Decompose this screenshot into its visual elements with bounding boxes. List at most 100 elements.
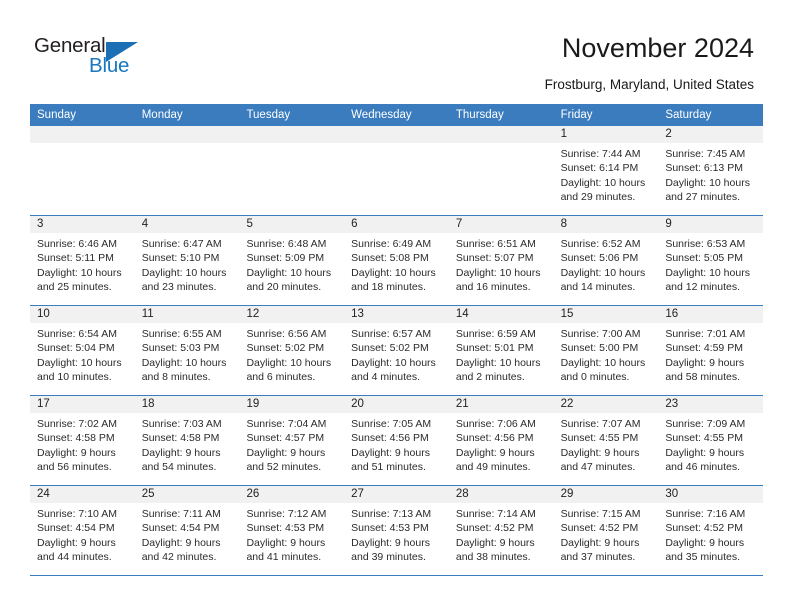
calendar-day-cell[interactable]: 24 Sunrise: 7:10 AM Sunset: 4:54 PM Dayligh…	[30, 486, 135, 575]
calendar-day-cell[interactable]: 17 Sunrise: 7:02 AM Sunset: 4:58 PM Dayligh…	[30, 396, 135, 485]
calendar-day-cell[interactable]: 26 Sunrise: 7:12 AM Sunset: 4:53 PM Dayligh…	[239, 486, 345, 575]
sunrise-text: Sunrise: 6:57 AM	[351, 328, 432, 340]
sunrise-text: Sunrise: 7:01 AM	[665, 328, 746, 340]
day-sun-info: Sunrise: 7:44 AM Sunset: 6:14 PM Daylight:…	[554, 143, 659, 204]
calendar-day-cell[interactable]: 1 Sunrise: 7:44 AM Sunset: 6:14 PM Daylight…	[553, 126, 659, 215]
calendar-day-cell[interactable]: 12 Sunrise: 6:56 AM Sunset: 5:02 PM Dayligh…	[239, 306, 345, 395]
sunrise-text: Sunrise: 6:53 AM	[665, 238, 746, 250]
day-sun-info: Sunrise: 7:10 AM Sunset: 4:54 PM Daylight:…	[30, 503, 135, 564]
daylight-text: Daylight: 9 hours and 41 minutes.	[246, 536, 326, 563]
weekday-header-row: Sunday Monday Tuesday Wednesday Thursday…	[30, 104, 763, 126]
day-sun-info: Sunrise: 7:09 AM Sunset: 4:55 PM Daylight:…	[658, 413, 763, 474]
calendar-day-cell[interactable]: 25 Sunrise: 7:11 AM Sunset: 4:54 PM Dayligh…	[134, 486, 240, 575]
calendar-day-cell[interactable]: 28 Sunrise: 7:14 AM Sunset: 4:52 PM Dayligh…	[448, 486, 554, 575]
calendar-day-cell-empty	[134, 126, 240, 215]
day-number-band: 26	[239, 486, 345, 503]
daylight-text: Daylight: 10 hours and 16 minutes.	[455, 266, 541, 293]
sunrise-text: Sunrise: 7:14 AM	[455, 508, 536, 520]
day-sun-info: Sunrise: 6:55 AM Sunset: 5:03 PM Daylight:…	[135, 323, 240, 384]
day-number: 11	[141, 308, 154, 320]
sunrise-text: Sunrise: 6:59 AM	[455, 328, 536, 340]
day-number-band: 11	[134, 306, 240, 323]
day-number-band: 28	[448, 486, 554, 503]
general-blue-logo[interactable]: General Blue	[34, 34, 164, 82]
calendar-day-cell[interactable]: 7 Sunrise: 6:51 AM Sunset: 5:07 PM Daylight…	[448, 216, 554, 305]
calendar-day-cell[interactable]: 14 Sunrise: 6:59 AM Sunset: 5:01 PM Dayligh…	[448, 306, 554, 395]
sunrise-text: Sunrise: 7:16 AM	[665, 508, 746, 520]
day-number-band: 30	[658, 486, 764, 503]
day-number: 21	[455, 398, 469, 410]
calendar-week-row: 24 Sunrise: 7:10 AM Sunset: 4:54 PM Dayligh…	[30, 486, 764, 576]
day-sun-info: Sunrise: 7:04 AM Sunset: 4:57 PM Daylight:…	[239, 413, 344, 474]
day-number: 26	[246, 488, 260, 500]
day-number: 14	[455, 308, 469, 320]
calendar-day-cell[interactable]: 23 Sunrise: 7:09 AM Sunset: 4:55 PM Dayligh…	[658, 396, 764, 485]
sunrise-text: Sunrise: 7:09 AM	[665, 418, 746, 430]
day-sun-info: Sunrise: 7:01 AM Sunset: 4:59 PM Daylight:…	[658, 323, 763, 384]
calendar-day-cell[interactable]: 6 Sunrise: 6:49 AM Sunset: 5:08 PM Daylight…	[344, 216, 449, 305]
sunset-text: Sunset: 4:56 PM	[351, 432, 429, 445]
sunset-text: Sunset: 5:10 PM	[141, 252, 220, 265]
day-number: 28	[455, 488, 469, 500]
sunrise-text: Sunrise: 6:46 AM	[37, 238, 117, 250]
sunrise-text: Sunrise: 6:49 AM	[351, 238, 432, 250]
calendar-day-cell[interactable]: 16 Sunrise: 7:01 AM Sunset: 4:59 PM Dayligh…	[658, 306, 764, 395]
calendar-day-cell[interactable]: 15 Sunrise: 7:00 AM Sunset: 5:00 PM Dayligh…	[553, 306, 659, 395]
calendar-day-cell[interactable]: 22 Sunrise: 7:07 AM Sunset: 4:55 PM Dayligh…	[553, 396, 659, 485]
calendar-day-cell[interactable]: 10 Sunrise: 6:54 AM Sunset: 5:04 PM Dayligh…	[30, 306, 135, 395]
calendar-day-cell[interactable]: 19 Sunrise: 7:04 AM Sunset: 4:57 PM Dayligh…	[239, 396, 345, 485]
day-number-band: 21	[448, 396, 554, 413]
calendar-day-cell[interactable]: 8 Sunrise: 6:52 AM Sunset: 5:06 PM Daylight…	[553, 216, 659, 305]
day-number-band: 10	[30, 306, 135, 323]
sunset-text: Sunset: 4:58 PM	[141, 432, 220, 445]
sunrise-text: Sunrise: 7:13 AM	[351, 508, 432, 520]
day-number-band: 2	[658, 126, 764, 143]
sunrise-text: Sunrise: 7:11 AM	[141, 508, 221, 520]
sunset-text: Sunset: 5:08 PM	[351, 252, 429, 265]
calendar-day-cell[interactable]: 29 Sunrise: 7:15 AM Sunset: 4:52 PM Dayligh…	[553, 486, 659, 575]
day-number: 16	[665, 308, 679, 320]
daylight-text: Daylight: 9 hours and 49 minutes.	[455, 446, 535, 473]
day-number: 18	[141, 398, 155, 410]
calendar-day-cell[interactable]: 30 Sunrise: 7:16 AM Sunset: 4:52 PM Dayligh…	[658, 486, 764, 575]
calendar-day-cell[interactable]: 5 Sunrise: 6:48 AM Sunset: 5:09 PM Daylight…	[239, 216, 345, 305]
day-number-band: 12	[239, 306, 345, 323]
day-sun-info: Sunrise: 6:52 AM Sunset: 5:06 PM Daylight:…	[554, 233, 659, 294]
calendar-day-cell[interactable]: 20 Sunrise: 7:05 AM Sunset: 4:56 PM Dayligh…	[344, 396, 449, 485]
calendar-day-cell[interactable]: 2 Sunrise: 7:45 AM Sunset: 6:13 PM Daylight…	[658, 126, 764, 215]
calendar-day-cell[interactable]: 21 Sunrise: 7:06 AM Sunset: 4:56 PM Dayligh…	[448, 396, 554, 485]
day-number-band: 6	[344, 216, 449, 233]
calendar-day-cell[interactable]: 18 Sunrise: 7:03 AM Sunset: 4:58 PM Dayligh…	[134, 396, 240, 485]
day-number: 15	[560, 308, 574, 320]
daylight-text: Daylight: 10 hours and 6 minutes.	[246, 356, 332, 383]
day-number: 13	[351, 308, 364, 320]
calendar-week-row: 3 Sunrise: 6:46 AM Sunset: 5:11 PM Daylight…	[30, 216, 764, 306]
weekday-header-tuesday: Tuesday	[246, 109, 291, 121]
sunset-text: Sunset: 4:53 PM	[351, 522, 429, 535]
daylight-text: Daylight: 9 hours and 58 minutes.	[665, 356, 745, 383]
calendar-day-cell[interactable]: 13 Sunrise: 6:57 AM Sunset: 5:02 PM Dayligh…	[344, 306, 449, 395]
sunset-text: Sunset: 5:09 PM	[246, 252, 325, 265]
calendar-day-cell[interactable]: 9 Sunrise: 6:53 AM Sunset: 5:05 PM Daylight…	[658, 216, 764, 305]
sunset-text: Sunset: 5:02 PM	[246, 342, 325, 355]
day-number: 1	[560, 128, 567, 140]
calendar-day-cell[interactable]: 27 Sunrise: 7:13 AM Sunset: 4:53 PM Dayligh…	[344, 486, 449, 575]
daylight-text: Daylight: 9 hours and 39 minutes.	[351, 536, 430, 563]
calendar-day-cell[interactable]: 4 Sunrise: 6:47 AM Sunset: 5:10 PM Daylight…	[134, 216, 240, 305]
sunset-text: Sunset: 5:07 PM	[455, 252, 534, 265]
weekday-header-monday: Monday	[141, 109, 183, 121]
calendar-day-cell-empty	[344, 126, 449, 215]
day-number: 10	[37, 308, 50, 320]
day-number: 22	[560, 398, 574, 410]
calendar-day-cell[interactable]: 11 Sunrise: 6:55 AM Sunset: 5:03 PM Dayligh…	[134, 306, 240, 395]
day-sun-info: Sunrise: 7:15 AM Sunset: 4:52 PM Daylight:…	[554, 503, 659, 564]
calendar-day-cell[interactable]: 3 Sunrise: 6:46 AM Sunset: 5:11 PM Daylight…	[30, 216, 135, 305]
sunset-text: Sunset: 4:52 PM	[665, 522, 743, 535]
daylight-text: Daylight: 9 hours and 51 minutes.	[351, 446, 430, 473]
day-number-band: 17	[30, 396, 135, 413]
sunrise-text: Sunrise: 7:15 AM	[560, 508, 641, 520]
daylight-text: Daylight: 10 hours and 14 minutes.	[560, 266, 646, 293]
sunset-text: Sunset: 4:52 PM	[455, 522, 534, 535]
day-sun-info: Sunrise: 7:14 AM Sunset: 4:52 PM Daylight:…	[449, 503, 554, 564]
calendar-day-cell-empty	[30, 126, 135, 215]
